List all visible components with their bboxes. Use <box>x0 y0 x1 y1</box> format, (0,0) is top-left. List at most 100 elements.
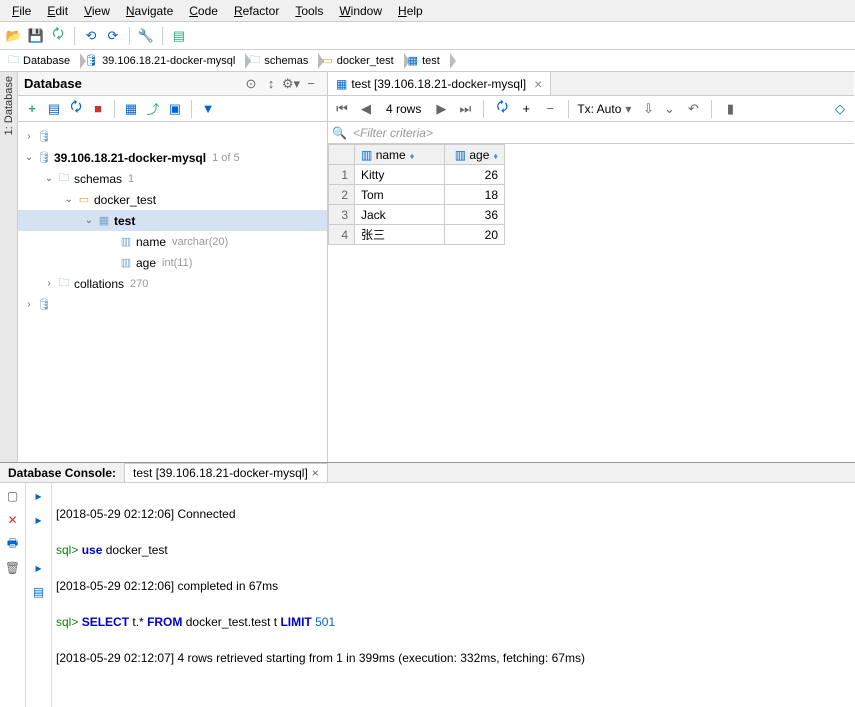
panel-title: Database <box>24 76 241 91</box>
separator <box>568 100 569 118</box>
dropdown-icon[interactable]: ▾ <box>625 102 631 116</box>
cell-age[interactable]: 18 <box>445 185 505 205</box>
breadcrumb-schemas[interactable]: 🗀schemas <box>245 51 318 71</box>
last-page-icon[interactable]: ⏭ <box>455 99 475 119</box>
rollback-icon[interactable]: ↶ <box>683 99 703 119</box>
table-row[interactable]: 2Tom18 <box>329 185 505 205</box>
row-number: 2 <box>329 185 355 205</box>
console-tab[interactable]: test [39.106.18.21-docker-mysql] × <box>124 463 328 482</box>
column-header-name[interactable]: ▥ name♦ <box>355 145 445 165</box>
undo-icon[interactable]: ⟲ <box>81 26 101 46</box>
menu-help[interactable]: Help <box>390 2 431 20</box>
tree-connection[interactable]: ⌄🛢39.106.18.21-docker-mysql1 of 5 <box>18 147 327 168</box>
menu-tools[interactable]: Tools <box>287 2 331 20</box>
tree-column[interactable]: ▥ageint(11) <box>18 252 327 273</box>
cell-age[interactable]: 20 <box>445 225 505 245</box>
tree-schemas[interactable]: ⌄🗀schemas1 <box>18 168 327 189</box>
delete-row-icon[interactable]: − <box>540 99 560 119</box>
save-icon[interactable]: 💾 <box>26 26 46 46</box>
settings-dropdown-icon[interactable]: ⚙▾ <box>281 74 301 94</box>
breadcrumb-table[interactable]: ▦test <box>404 51 450 71</box>
tree-table-selected[interactable]: ⌄▦test <box>18 210 327 231</box>
collapse-icon[interactable]: ⌄ <box>62 194 76 205</box>
menu-view[interactable]: View <box>76 2 118 20</box>
close-tab-icon[interactable]: × <box>530 76 542 92</box>
breadcrumb-connection[interactable]: 🛢39.106.18.21-docker-mysql <box>80 51 245 71</box>
tree-database[interactable]: ⌄▭docker_test <box>18 189 327 210</box>
view-icon[interactable]: ▮ <box>720 99 740 119</box>
breadcrumb-label: schemas <box>264 55 308 67</box>
menu-navigate[interactable]: Navigate <box>118 2 181 20</box>
expand-icon[interactable]: ↕ <box>261 74 281 94</box>
scroll-from-source-icon[interactable]: ⊙ <box>241 74 261 94</box>
collapse-icon[interactable]: › <box>22 131 36 142</box>
collapse-icon[interactable]: ⌄ <box>22 152 36 163</box>
minimize-icon[interactable]: − <box>301 74 321 94</box>
output-btn-icon[interactable]: ▢ <box>4 487 22 505</box>
console-output[interactable]: [2018-05-29 02:12:06] Connected sql> use… <box>52 483 855 707</box>
prev-page-icon[interactable]: ◀ <box>356 99 376 119</box>
cell-name[interactable]: Kitty <box>355 165 445 185</box>
settings-icon[interactable]: 🔧 <box>136 26 156 46</box>
breadcrumb-db[interactable]: ▭docker_test <box>318 51 403 71</box>
collapse-icon[interactable]: ⌄ <box>82 215 96 226</box>
open-icon[interactable]: 📂 <box>4 26 24 46</box>
refresh-icon[interactable]: 🗘 <box>66 99 86 119</box>
expand-icon[interactable]: › <box>42 278 56 289</box>
column-header-age[interactable]: ▥ age♦ <box>445 145 505 165</box>
console-icon[interactable]: ▣ <box>165 99 185 119</box>
add-row-icon[interactable]: + <box>516 99 536 119</box>
sort-icon[interactable]: ♦ <box>489 151 498 161</box>
panel-header: Database ⊙ ↕ ⚙▾ − <box>18 72 327 96</box>
pin-icon[interactable]: ◇ <box>830 99 850 119</box>
first-page-icon[interactable]: ⏮ <box>332 99 352 119</box>
add-icon[interactable]: + <box>22 99 42 119</box>
close-console-icon[interactable]: ✕ <box>4 511 22 529</box>
menu-refactor[interactable]: Refactor <box>226 2 287 20</box>
table-row[interactable]: 4张三20 <box>329 225 505 245</box>
sort-icon[interactable]: ♦ <box>406 151 415 161</box>
cell-name[interactable]: 张三 <box>355 225 445 245</box>
tree-row[interactable]: ›🛢 <box>18 294 327 315</box>
table-row[interactable]: 1Kitty26 <box>329 165 505 185</box>
cell-age[interactable]: 26 <box>445 165 505 185</box>
filter-icon[interactable]: ▼ <box>198 99 218 119</box>
tree-row[interactable]: ›🛢 <box>18 126 327 147</box>
redo-icon[interactable]: ⟳ <box>103 26 123 46</box>
filter-row[interactable]: 🔍 <Filter criteria> <box>328 122 854 144</box>
menu-file[interactable]: File <box>4 2 39 20</box>
ddl-icon[interactable]: ▤ <box>44 99 64 119</box>
timestamp: [2018-05-29 02:12:06] <box>56 507 174 521</box>
chevron-down-icon[interactable]: ⌄ <box>659 99 679 119</box>
tx-mode-dropdown[interactable]: Tx: Auto <box>577 102 621 116</box>
menu-window[interactable]: Window <box>331 2 390 20</box>
log-message: completed in 67ms <box>177 579 278 593</box>
stop-icon[interactable]: ■ <box>88 99 108 119</box>
breadcrumb-database[interactable]: 🗀Database <box>4 51 80 71</box>
cell-name[interactable]: Jack <box>355 205 445 225</box>
editor-tab[interactable]: ▦ test [39.106.18.21-docker-mysql] × <box>328 72 551 95</box>
structure-icon[interactable]: ▤ <box>169 26 189 46</box>
reload-icon[interactable]: 🗘 <box>492 99 512 119</box>
cell-age[interactable]: 36 <box>445 205 505 225</box>
console-tabs: Database Console: test [39.106.18.21-doc… <box>0 463 855 483</box>
table-row[interactable]: 3Jack36 <box>329 205 505 225</box>
jump-icon[interactable]: ⤴ <box>143 99 163 119</box>
commit-icon[interactable]: ⇩ <box>635 99 655 119</box>
table-icon[interactable]: ▦ <box>121 99 141 119</box>
collapse-icon[interactable]: ⌄ <box>42 173 56 184</box>
trash-icon[interactable]: 🗑 <box>4 559 22 577</box>
menu-code[interactable]: Code <box>181 2 226 20</box>
close-icon[interactable]: × <box>312 466 319 480</box>
sync-icon[interactable]: 🗘 <box>48 26 68 46</box>
cell-name[interactable]: Tom <box>355 185 445 205</box>
tree-count: 1 of 5 <box>206 152 240 164</box>
export-icon[interactable]: 🖶 <box>4 535 22 553</box>
expand-icon[interactable]: › <box>22 299 36 310</box>
database-tool-tab[interactable]: 1: Database <box>3 72 15 139</box>
tree-collations[interactable]: ›🗀collations270 <box>18 273 327 294</box>
tree-column[interactable]: ▥namevarchar(20) <box>18 231 327 252</box>
editor-panel: ▦ test [39.106.18.21-docker-mysql] × ⏮ ◀… <box>328 72 854 462</box>
menu-edit[interactable]: Edit <box>39 2 76 20</box>
next-page-icon[interactable]: ▶ <box>431 99 451 119</box>
